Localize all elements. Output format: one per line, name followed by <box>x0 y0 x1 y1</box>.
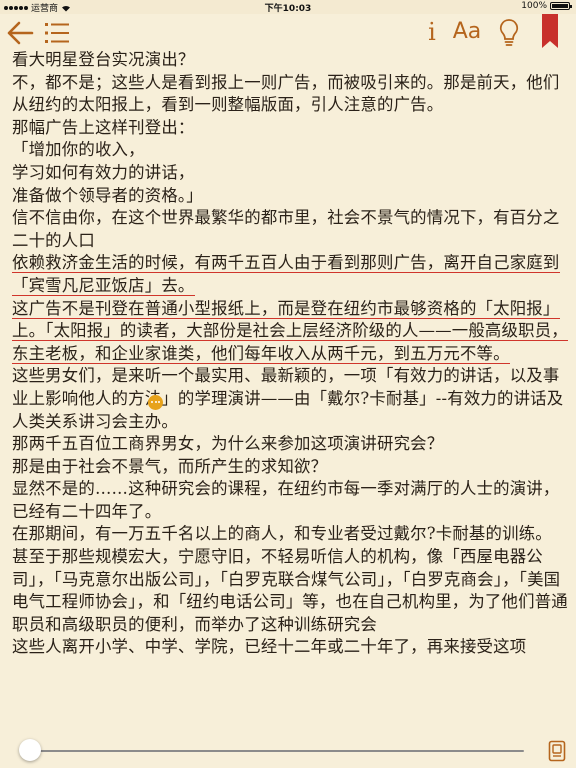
note-icon[interactable] <box>148 395 163 410</box>
progress-slider[interactable] <box>20 750 524 752</box>
highlight-text[interactable]: 依赖救济金生活的时候，有两千五百人由于看到那则广告，离开自己家庭到「宾雪凡尼亚饭… <box>12 253 560 296</box>
paragraph: 在那期间，有一万五千名以上的商人，和专业者受过戴尔?卡耐基的训练。甚至于那些规模… <box>12 524 568 634</box>
battery-icon <box>550 2 572 10</box>
paragraph: 这些人离开小学、中学、学院，已经十二年或二十年了，再来接受这项 <box>12 637 527 657</box>
back-arrow-icon[interactable] <box>6 18 34 48</box>
highlight-text[interactable]: 这广告不是刊登在普通小型报纸上，而是登在纽约市最够资格的「太阳报」上。「太阳报」… <box>12 298 568 364</box>
paragraph: 那幅广告上这样刊登出： <box>12 117 195 137</box>
page-info-icon[interactable] <box>548 740 566 762</box>
progress-slider-thumb[interactable] <box>19 739 42 761</box>
clock: 下午10:03 <box>264 4 312 14</box>
paragraph: 准备做个领导者的资格。」 <box>12 185 203 205</box>
paragraph: 「增加你的收入， <box>12 140 145 160</box>
font-settings-button[interactable]: Aa <box>452 14 482 50</box>
paragraph: 那是由于社会不景气，而所产生的求知欲？ <box>12 456 328 476</box>
status-right: 100% <box>521 1 572 11</box>
highlighted-paragraph[interactable]: 依赖救济金生活的时候，有两千五百人由于看到那则广告，离开自己家庭到「宾雪凡尼亚饭… <box>12 252 568 297</box>
paragraph: 信不信由你，在这个世界最繁华的都市里，社会不景气的情况下，有百分之二十的人口 <box>12 208 560 250</box>
paragraph: 那两千五百位工商界男女，为什么来参加这项演讲研究会？ <box>12 434 444 454</box>
bottom-bar <box>0 734 576 768</box>
paragraph: 看大明星登台实况演出？ <box>12 50 195 69</box>
battery-percent: 100% <box>521 1 547 11</box>
table-of-contents-icon[interactable] <box>44 20 70 46</box>
paragraph: 显然不是的……这种研究会的课程，在纽约市每一季对满厅的人士的演讲，已经有二十四年… <box>12 479 560 521</box>
status-bar: 运营商 下午10:03 100% <box>0 0 576 14</box>
book-content: 看大明星登台实况演出？ 不，都不是；这些人是看到报上一则广告，而被吸引来的。那是… <box>12 49 568 659</box>
paragraph: 学习如何有效力的讲话， <box>12 162 195 182</box>
reader-toolbar: i Aa <box>0 14 576 52</box>
book-info-button[interactable]: i <box>424 14 440 50</box>
highlighted-paragraph[interactable]: 这广告不是刊登在普通小型报纸上，而是登在纽约市最够资格的「太阳报」上。「太阳报」… <box>12 298 568 366</box>
paragraph: 不，都不是；这些人是看到报上一则广告，而被吸引来的。那是前天，他们从纽约的太阳报… <box>12 72 560 115</box>
bookmark-icon[interactable] <box>542 14 558 48</box>
paragraph: 这些男女们，是来听一个最实用、最新颖的，一项「有效力的讲话，以及事业上影响他人的… <box>12 366 564 431</box>
lightbulb-icon[interactable] <box>498 18 520 48</box>
